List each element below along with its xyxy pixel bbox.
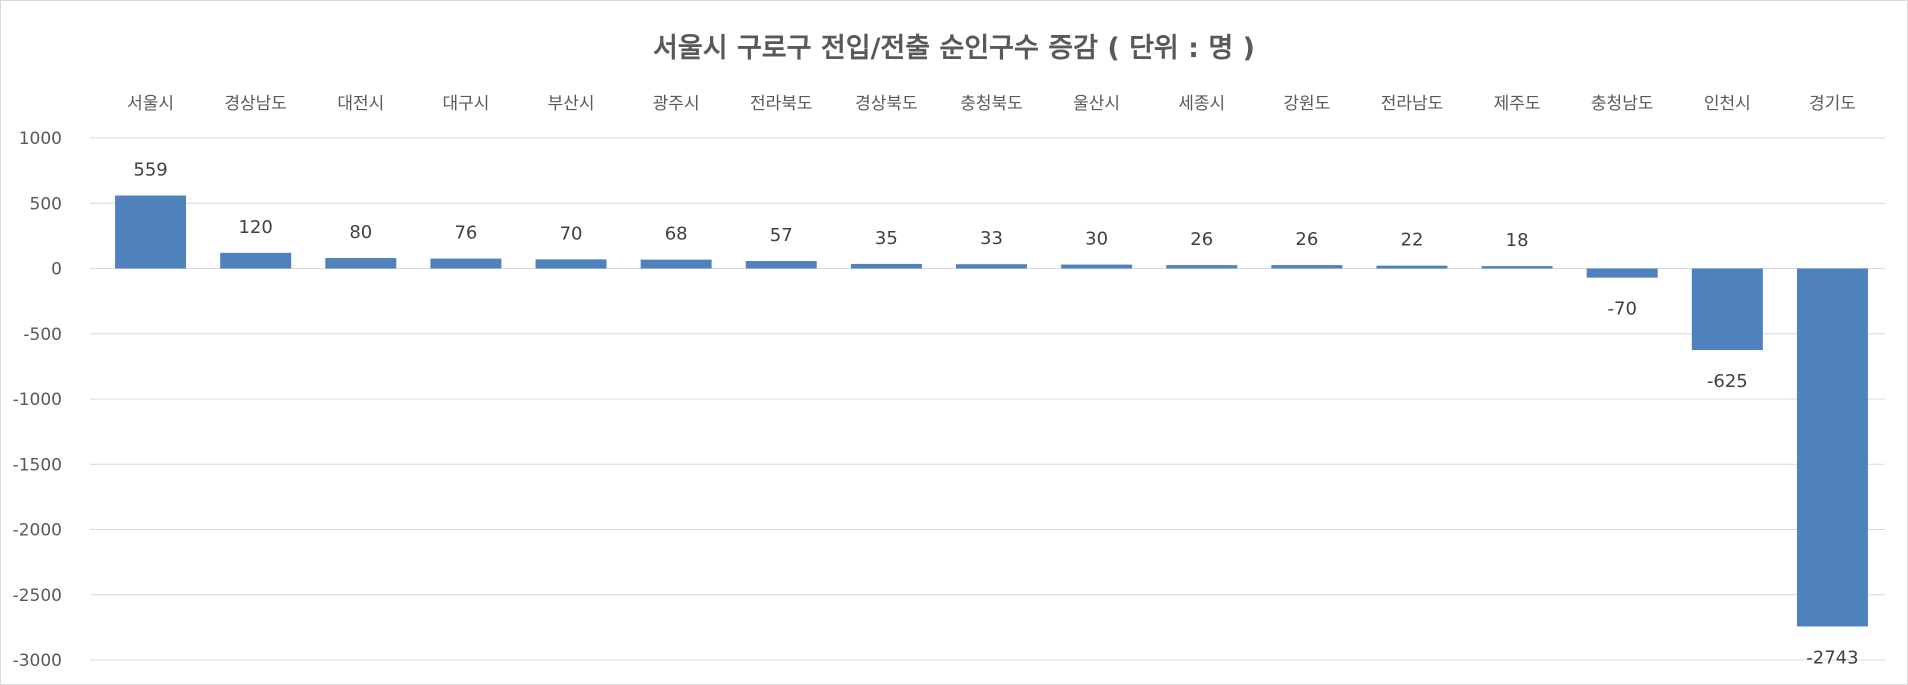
category-label: 제주도 (1494, 94, 1541, 114)
data-label: 559 (133, 160, 167, 181)
bar (1796, 268, 1868, 627)
category-label: 경기도 (1809, 94, 1856, 114)
y-tick-label: 500 (30, 194, 62, 214)
y-tick-label: -3000 (13, 651, 62, 671)
category-label: 전라북도 (750, 94, 813, 114)
category-label: 경상북도 (855, 94, 918, 114)
bar (1061, 264, 1133, 269)
data-label: 80 (349, 222, 372, 243)
category-label: 부산시 (548, 94, 595, 114)
category-label: 광주시 (653, 94, 700, 114)
category-label: 울산시 (1073, 94, 1120, 114)
data-label: 26 (1295, 229, 1318, 250)
y-tick-label: 0 (51, 260, 62, 280)
bar (850, 263, 922, 269)
data-label: 18 (1506, 230, 1529, 251)
data-label: 76 (454, 223, 477, 244)
data-label: 35 (875, 228, 898, 249)
data-label: -2743 (1806, 647, 1858, 668)
y-tick-label: -500 (23, 325, 62, 345)
bar (1481, 266, 1553, 269)
bar (1271, 265, 1343, 269)
category-label: 경상남도 (224, 94, 287, 114)
data-label: -625 (1707, 371, 1748, 392)
data-label: 26 (1190, 229, 1213, 250)
data-label: 70 (560, 223, 583, 244)
bar (1691, 268, 1763, 351)
category-label: 강원도 (1283, 94, 1330, 114)
bar (956, 264, 1027, 269)
data-label: 30 (1085, 229, 1108, 250)
category-label: 충청남도 (1591, 94, 1654, 114)
bar (745, 261, 817, 269)
bar (430, 258, 502, 269)
bar (640, 259, 712, 269)
bar (1166, 265, 1238, 269)
category-label: 충청북도 (960, 94, 1023, 114)
category-label: 인천시 (1704, 94, 1751, 114)
bar (1376, 265, 1448, 269)
bar (220, 252, 292, 269)
category-label: 서울시 (127, 94, 174, 114)
bar (1586, 268, 1658, 278)
category-label: 대전시 (337, 94, 384, 114)
category-label: 전라남도 (1381, 94, 1444, 114)
y-tick-label: 1000 (19, 129, 62, 149)
bar (325, 258, 397, 269)
data-label: 33 (980, 228, 1003, 249)
data-label: -70 (1608, 299, 1637, 320)
bar (535, 259, 607, 269)
data-label: 120 (238, 217, 272, 238)
bar (115, 195, 187, 269)
category-label: 세종시 (1178, 94, 1225, 114)
data-label: 68 (665, 224, 688, 245)
data-label: 57 (770, 225, 793, 246)
y-tick-label: -2500 (13, 586, 62, 606)
y-tick-label: -1000 (13, 390, 62, 410)
bar-chart: 1000 500 0 -500 -1000 -1500 -2000 -2500 -3000 559… (13, 94, 1885, 671)
data-label: 22 (1401, 230, 1424, 251)
category-label: 대구시 (442, 94, 489, 114)
y-tick-label: -2000 (13, 521, 62, 541)
y-tick-label: -1500 (13, 455, 62, 475)
